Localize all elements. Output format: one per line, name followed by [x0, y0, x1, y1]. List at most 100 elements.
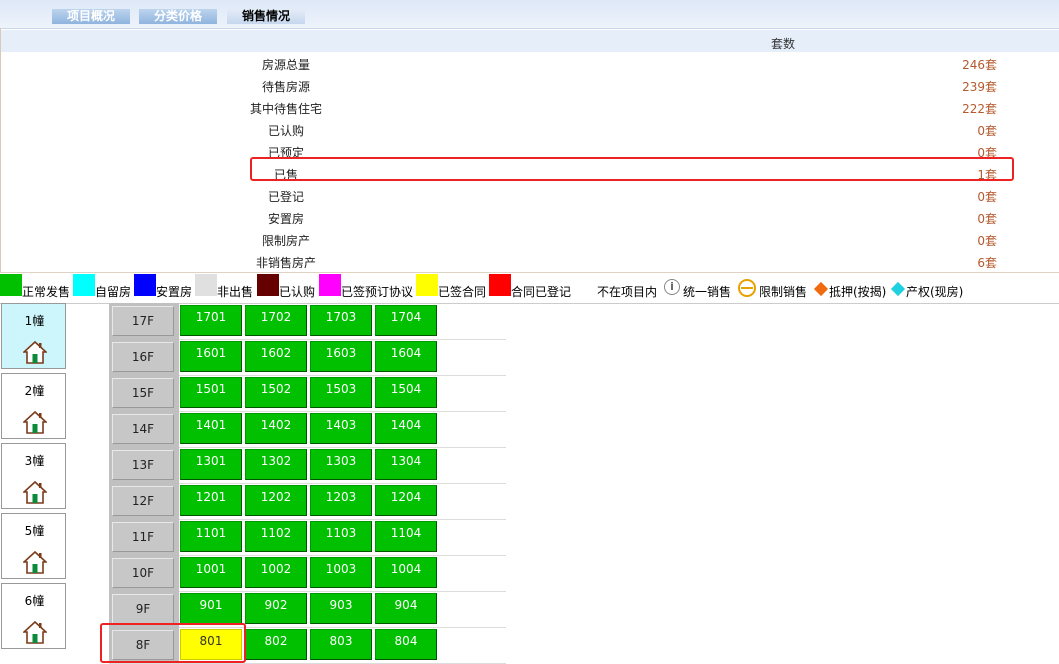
building-tab-1[interactable]: 1幢: [1, 303, 66, 369]
legend-swatch: [134, 274, 156, 296]
floor-row: 17F 1701 1702 1703 1704: [109, 303, 506, 340]
floor-row: 10F 1001 1002 1003 1004: [109, 555, 506, 592]
building-tab-5[interactable]: 5幢: [1, 513, 66, 579]
unit-cell-1003[interactable]: 1003: [310, 557, 372, 588]
unit-cell-1101[interactable]: 1101: [180, 521, 242, 552]
legend-label: 非出售: [217, 285, 254, 299]
unit-cell-1401[interactable]: 1401: [180, 413, 242, 444]
floor-label: 12F: [112, 486, 174, 516]
summary-value: 0套: [977, 190, 997, 204]
legend-swatch: [575, 274, 597, 296]
unit-cell-1503[interactable]: 1503: [310, 377, 372, 408]
unit-cell-1603[interactable]: 1603: [310, 341, 372, 372]
unit-cell-1301[interactable]: 1301: [180, 449, 242, 480]
tab-category-price[interactable]: 分类价格: [139, 9, 217, 24]
unit-cell-1104[interactable]: 1104: [375, 521, 437, 552]
unit-cell-902[interactable]: 902: [245, 593, 307, 624]
summary-label: 安置房: [267, 212, 304, 226]
unit-cell-1601[interactable]: 1601: [180, 341, 242, 372]
summary-row: 非销售房产 6套: [1, 250, 1059, 272]
cyan-diamond-icon: [890, 281, 906, 297]
unit-cell-1304[interactable]: 1304: [375, 449, 437, 480]
summary-label: 已登记: [267, 190, 304, 204]
house-icon: [23, 550, 47, 574]
floor-row: 13F 1301 1302 1303 1304: [109, 447, 506, 484]
unit-cell-1402[interactable]: 1402: [245, 413, 307, 444]
unit-cell-1604[interactable]: 1604: [375, 341, 437, 372]
building-tab-2[interactable]: 2幢: [1, 373, 66, 439]
building-label: 5幢: [24, 524, 45, 538]
unit-cell-1204[interactable]: 1204: [375, 485, 437, 516]
sold-row-highlight: [250, 157, 1014, 181]
summary-header-count: 套数: [771, 37, 796, 51]
building-label: 3幢: [24, 454, 45, 468]
unit-cell-1302[interactable]: 1302: [245, 449, 307, 480]
unit-cell-1303[interactable]: 1303: [310, 449, 372, 480]
floor-unit-grid: 17F 1701 1702 1703 1704 16F 1601 1602 1603 1604 15…: [109, 303, 506, 664]
floor-row: 12F 1201 1202 1203 1204: [109, 483, 506, 520]
floor-label: 11F: [112, 522, 174, 552]
summary-label: 其中待售住宅: [249, 102, 322, 116]
summary-value: 222套: [962, 102, 997, 116]
unit-cell-1004[interactable]: 1004: [375, 557, 437, 588]
unit-cell-1602[interactable]: 1602: [245, 341, 307, 372]
floor-label: 13F: [112, 450, 174, 480]
legend-label: 已签合同: [438, 285, 487, 299]
legend-label: 正常发售: [22, 285, 71, 299]
tab-project-overview[interactable]: 项目概况: [52, 9, 130, 24]
legend-swatch: [319, 274, 341, 296]
unit-cell-1102[interactable]: 1102: [245, 521, 307, 552]
unit-cell-901[interactable]: 901: [180, 593, 242, 624]
floor-row: 14F 1401 1402 1403 1404: [109, 411, 506, 448]
house-icon: [23, 340, 47, 364]
unit-cell-1201[interactable]: 1201: [180, 485, 242, 516]
unit-cell-1501[interactable]: 1501: [180, 377, 242, 408]
summary-row: 房源总量 246套: [1, 52, 1059, 74]
unit-cell-1502[interactable]: 1502: [245, 377, 307, 408]
unit-cell-1704[interactable]: 1704: [375, 305, 437, 336]
status-legend: 正常发售 自留房 安置房 非出售 已认购 已签预订协议 已签合同 合同已登记 不…: [0, 272, 1059, 304]
unit-cell-1001[interactable]: 1001: [180, 557, 242, 588]
summary-row: 安置房 0套: [1, 206, 1059, 228]
floor-label-cell: 15F: [109, 375, 179, 411]
floor-label-cell: 11F: [109, 519, 179, 555]
building-tab-6[interactable]: 6幢: [1, 583, 66, 649]
unit-cell-1404[interactable]: 1404: [375, 413, 437, 444]
summary-label: 限制房产: [261, 234, 310, 248]
summary-label: 非销售房产: [255, 256, 316, 270]
summary-label: 已认购: [267, 124, 304, 138]
house-icon: [23, 480, 47, 504]
unit-cell-1403[interactable]: 1403: [310, 413, 372, 444]
legend-label: 自留房: [95, 285, 132, 299]
unit-cell-804[interactable]: 804: [375, 629, 437, 660]
unit-cell-1702[interactable]: 1702: [245, 305, 307, 336]
legend-label: 统一销售: [683, 285, 732, 299]
unit-cell-1202[interactable]: 1202: [245, 485, 307, 516]
legend-label: 抵押(按揭): [829, 285, 887, 299]
floor-label-cell: 9F: [109, 591, 179, 627]
unit-cell-1103[interactable]: 1103: [310, 521, 372, 552]
legend-swatch: [0, 274, 22, 296]
building-label: 6幢: [24, 594, 45, 608]
unit-cell-1203[interactable]: 1203: [310, 485, 372, 516]
unit-cell-803[interactable]: 803: [310, 629, 372, 660]
floor-label-cell: 13F: [109, 447, 179, 483]
summary-row: 已登记 0套: [1, 184, 1059, 206]
floor-label: 10F: [112, 558, 174, 588]
unit-cell-1504[interactable]: 1504: [375, 377, 437, 408]
unit-cell-1002[interactable]: 1002: [245, 557, 307, 588]
summary-label: 房源总量: [261, 58, 310, 72]
unit-cell-1701[interactable]: 1701: [180, 305, 242, 336]
info-circle-icon: i: [664, 279, 680, 295]
legend-swatch: [195, 274, 217, 296]
summary-value: 246套: [962, 58, 997, 72]
summary-row: 其中待售住宅 222套: [1, 96, 1059, 118]
tab-sales-status[interactable]: 销售情况: [227, 9, 305, 24]
summary-row: 待售房源 239套: [1, 74, 1059, 96]
floor-label: 15F: [112, 378, 174, 408]
unit-cell-904[interactable]: 904: [375, 593, 437, 624]
unit-cell-1703[interactable]: 1703: [310, 305, 372, 336]
unit-cell-802[interactable]: 802: [245, 629, 307, 660]
unit-cell-903[interactable]: 903: [310, 593, 372, 624]
building-tab-3[interactable]: 3幢: [1, 443, 66, 509]
